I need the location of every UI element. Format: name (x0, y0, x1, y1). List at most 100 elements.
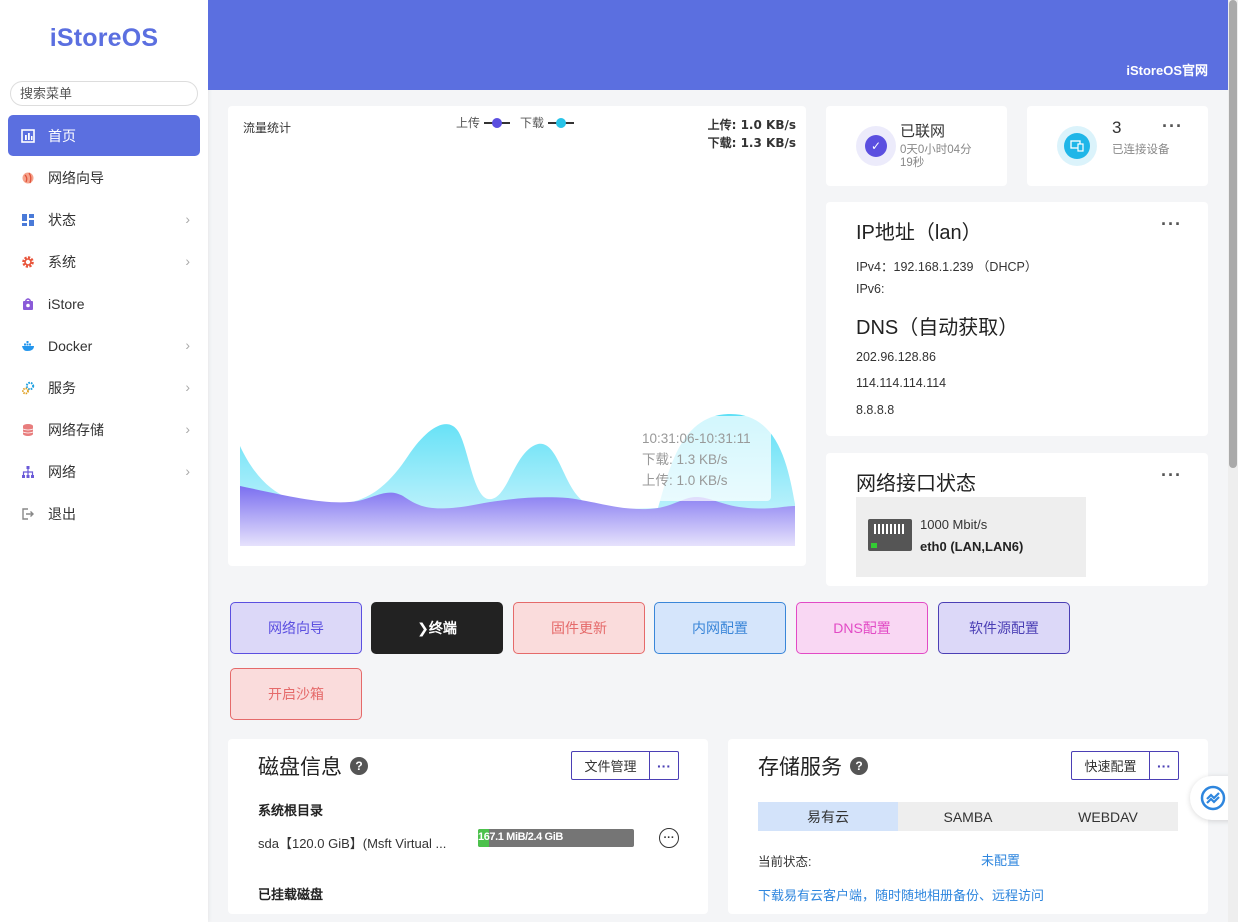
tooltip-time: 10:31:06-10:31:11 (642, 431, 751, 446)
interface-item[interactable]: 1000 Mbit/s eth0 (LAN,LAN6) (856, 497, 1086, 577)
interface-speed: 1000 Mbit/s (920, 517, 988, 532)
dns-config-button[interactable]: DNS配置 (796, 602, 928, 654)
logo[interactable]: iStoreOS (0, 24, 208, 53)
logout-icon (20, 506, 36, 522)
chevron-right-icon: › (185, 337, 190, 353)
disk-title: 磁盘信息 ? (258, 751, 368, 781)
chart-legend: 上传 下载 (456, 114, 584, 131)
rate-upload: 上传: 1.0 KB/s (707, 118, 796, 132)
sidebar-item-nas[interactable]: 网络存储 › (8, 409, 200, 450)
rate-download: 下载: 1.3 KB/s (707, 136, 796, 150)
devices-card: 3 已连接设备 ··· (1027, 106, 1208, 186)
sandbox-button[interactable]: 开启沙箱 (230, 668, 362, 720)
sidebar-item-home[interactable]: 首页 (8, 115, 200, 156)
more-icon[interactable]: ··· (1161, 465, 1182, 486)
sidebar-item-label: iStore (48, 295, 85, 312)
interface-name: eth0 (LAN,LAN6) (920, 539, 1024, 554)
traffic-card: 流量统计 上传 下载 上传: 1.0 KB/s 下载: 1.3 KB/s 10:… (228, 106, 806, 566)
terminal-button[interactable]: ❯终端 (371, 602, 503, 654)
lan-config-button[interactable]: 内网配置 (654, 602, 786, 654)
dns-title: DNS（自动获取） (856, 317, 1019, 339)
ethernet-port-icon (868, 519, 912, 551)
help-icon[interactable]: ? (850, 757, 868, 775)
more-icon[interactable]: ··· (1161, 214, 1182, 235)
sidebar-item-network[interactable]: 网络 › (8, 451, 200, 492)
storage-actions: 快速配置 ··· (1071, 751, 1179, 780)
more-button[interactable]: ··· (650, 751, 679, 780)
dns-server: 202.96.128.86 (856, 350, 936, 364)
disk-usage-text: 167.1 MiB/2.4 GiB (478, 831, 563, 843)
sidebar-item-system[interactable]: 系统 › (8, 241, 200, 282)
disk-actions: 文件管理 ··· (571, 751, 679, 780)
wizard-button[interactable]: 网络向导 (230, 602, 362, 654)
ipv6-value: IPv6: (856, 282, 885, 296)
grid-icon (20, 212, 36, 228)
device-count: 3 (1112, 118, 1122, 137)
disk-device: sda【120.0 GiB】(Msft Virtual ... (258, 836, 447, 851)
status-label: 当前状态: (758, 855, 812, 869)
legend-download[interactable]: 下载 (520, 114, 575, 131)
sidebar-item-status[interactable]: 状态 › (8, 199, 200, 240)
help-icon[interactable]: ? (350, 757, 368, 775)
network-icon (20, 464, 36, 480)
sidebar-item-docker[interactable]: Docker › (8, 325, 200, 366)
net-status-title: 已联网 (900, 123, 946, 140)
firmware-update-button[interactable]: 固件更新 (513, 602, 645, 654)
sidebar-item-label: 退出 (48, 505, 76, 522)
dns-server: 8.8.8.8 (856, 403, 895, 417)
scroll-thumb[interactable] (1229, 0, 1237, 468)
sidebar-item-logout[interactable]: 退出 (8, 493, 200, 534)
tab-webdav[interactable]: WEBDAV (1038, 802, 1178, 831)
sidebar-item-label: 网络向导 (48, 169, 104, 186)
sidebar-item-label: 系统 (48, 253, 76, 270)
mounted-label: 已挂载磁盘 (258, 887, 324, 902)
sidebar-item-wizard[interactable]: 网络向导 (8, 157, 200, 198)
more-button[interactable]: ··· (1150, 751, 1179, 780)
disk-usage-bar: 167.1 MiB/2.4 GiB (478, 829, 634, 847)
more-icon[interactable]: ··· (1162, 116, 1183, 137)
download-client-link[interactable]: 下载易有云客户端，随时随地相册备份、远程访问 (758, 885, 1044, 904)
page-scrollbar[interactable] (1228, 0, 1238, 922)
tab-samba[interactable]: SAMBA (898, 802, 1038, 831)
gear-icon (20, 254, 36, 270)
sidebar-item-label: 状态 (48, 211, 76, 228)
official-site-link[interactable]: iStoreOS官网 (1126, 60, 1208, 79)
assistant-icon (1200, 785, 1226, 811)
tooltip-download: 下载: 1.3 KB/s (642, 452, 728, 467)
status-value[interactable]: 未配置 (981, 850, 1020, 869)
sidebar-item-label: 网络 (48, 463, 76, 480)
interface-card: 网络接口状态 ··· 1000 Mbit/s eth0 (LAN,LAN6) (826, 453, 1208, 586)
file-manager-button[interactable]: 文件管理 (571, 751, 650, 780)
ip-title: IP地址（lan） (856, 222, 982, 244)
chevron-right-icon: › (185, 463, 190, 479)
sidebar-item-istore[interactable]: iStore (8, 283, 200, 324)
legend-upload[interactable]: 上传 (456, 114, 511, 131)
current-rates: 上传: 1.0 KB/s 下载: 1.3 KB/s (708, 116, 796, 152)
dashboard-icon (20, 128, 36, 144)
chevron-right-icon: › (185, 211, 190, 227)
ip-card: IP地址（lan） ··· IPv4：192.168.1.239 （DHCP） … (826, 202, 1208, 436)
software-source-button[interactable]: 软件源配置 (938, 602, 1070, 654)
chart-tooltip: 10:31:06-10:31:11 下载: 1.3 KB/s 上传: 1.0 K… (630, 416, 771, 501)
tab-yiyouyun[interactable]: 易有云 (758, 802, 898, 831)
sidebar-item-label: 网络存储 (48, 421, 104, 438)
storage-tabs: 易有云 SAMBA WEBDAV (758, 802, 1178, 831)
search-input[interactable]: 搜索菜单 (10, 81, 198, 106)
traffic-title: 流量统计 (243, 121, 292, 135)
sidebar-item-services[interactable]: 服务 › (8, 367, 200, 408)
sidebar-menu: 首页 网络向导 状态 › 系统 › iStore Docker › 服务 › 网… (8, 115, 200, 535)
network-status-card: ✓ 已联网 0天0小时04分19秒 (826, 106, 1007, 186)
header-bar: iStoreOS官网 (208, 0, 1228, 90)
chevron-right-icon: › (185, 379, 190, 395)
quick-config-button[interactable]: 快速配置 (1071, 751, 1150, 780)
sidebar-item-label: 首页 (48, 127, 76, 144)
device-label: 已连接设备 (1112, 144, 1170, 156)
dns-server: 114.114.114.114 (856, 376, 947, 390)
uptime: 0天0小时04分19秒 (900, 144, 972, 169)
store-icon (20, 296, 36, 312)
services-icon (20, 380, 36, 396)
storage-card: 存储服务 ? 快速配置 ··· 易有云 SAMBA WEBDAV 当前状态: 未… (728, 739, 1208, 914)
disk-more-button[interactable]: ··· (659, 828, 679, 848)
globe-icon (20, 170, 36, 186)
interface-title: 网络接口状态 (856, 473, 976, 495)
